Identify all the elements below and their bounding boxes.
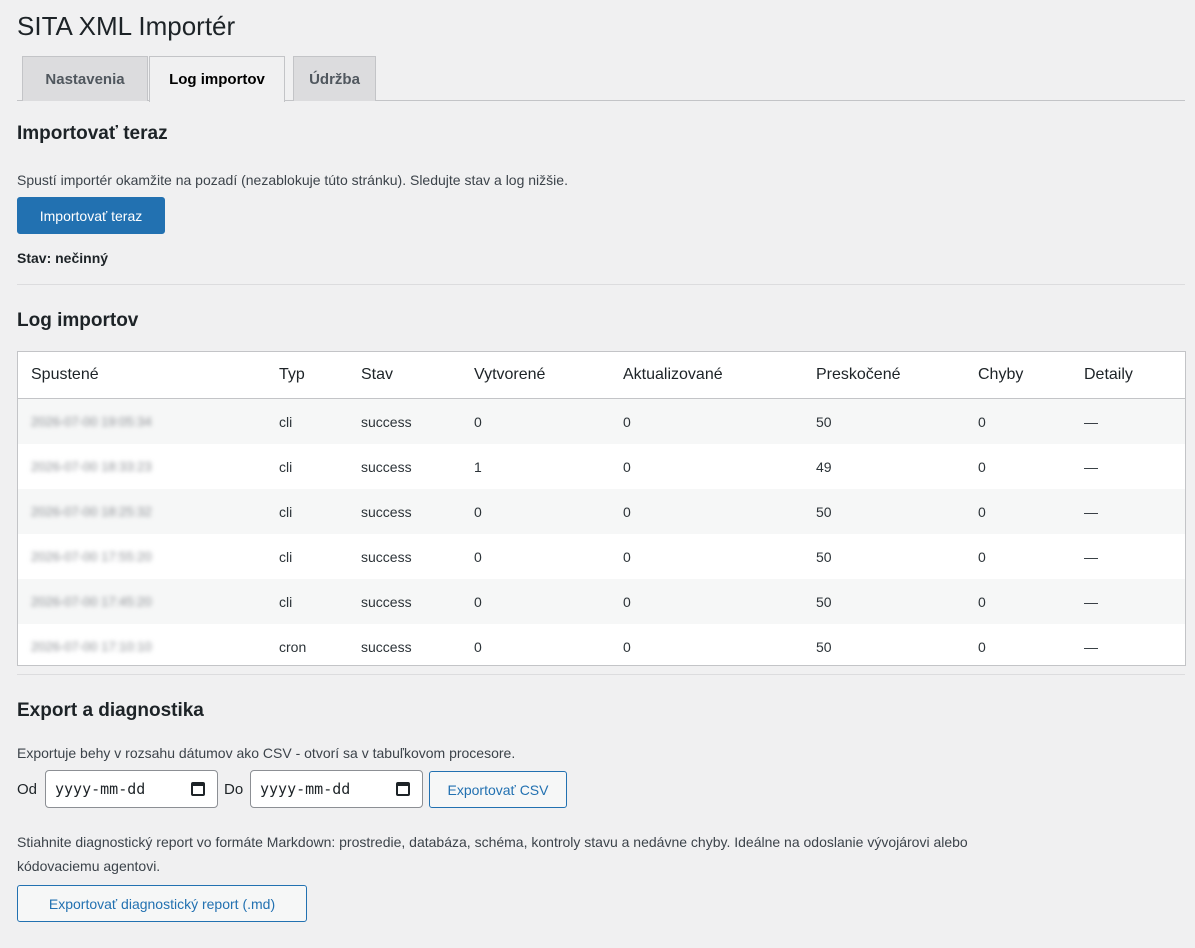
cell-updated: 0 — [623, 638, 631, 655]
cell-skipped: 50 — [816, 638, 832, 655]
cell-errors: 0 — [978, 458, 986, 475]
cell-started: 2026-07-00 17:45:20 — [31, 594, 152, 609]
cell-details: — — [1084, 458, 1098, 475]
cell-errors: 0 — [978, 413, 986, 430]
import-now-button[interactable]: Importovať teraz — [17, 197, 165, 234]
col-spustene: Spustené — [31, 366, 99, 383]
export-diagnostic-report-button[interactable]: Exportovať diagnostický report (.md) — [17, 885, 307, 922]
to-label: Do — [224, 781, 244, 798]
tab-log-importov[interactable]: Log importov — [149, 56, 285, 102]
cell-details: — — [1084, 638, 1098, 655]
cell-errors: 0 — [978, 593, 986, 610]
to-date-placeholder: yyyy-mm-dd — [260, 780, 351, 798]
tab-nastavenia[interactable]: Nastavenia — [22, 56, 148, 101]
divider — [17, 284, 1185, 285]
cell-skipped: 50 — [816, 593, 832, 610]
cell-skipped: 50 — [816, 503, 832, 520]
cell-details: — — [1084, 503, 1098, 520]
cell-details: — — [1084, 593, 1098, 610]
to-date-input[interactable]: yyyy-mm-dd — [250, 770, 423, 808]
csv-description: Exportuje behy v rozsahu dátumov ako CSV… — [17, 745, 516, 761]
cell-updated: 0 — [623, 458, 631, 475]
log-heading: Log importov — [17, 310, 139, 331]
col-preskocene: Preskočené — [816, 366, 901, 383]
table-row: 2026-07-00 17:45:20 cli success 0 0 50 0… — [18, 579, 1185, 624]
import-now-heading: Importovať teraz — [17, 123, 168, 144]
cell-started: 2026-07-00 18:33:23 — [31, 459, 152, 474]
cell-status: success — [361, 548, 412, 565]
table-row: 2026-07-00 17:10:10 cron success 0 0 50 … — [18, 624, 1185, 669]
cell-started: 2026-07-00 17:55:20 — [31, 549, 152, 564]
divider — [17, 674, 1185, 675]
from-label: Od — [17, 781, 38, 798]
table-header-row: Spustené Typ Stav Vytvorené Aktualizovan… — [18, 352, 1185, 399]
col-aktualizovane: Aktualizované — [623, 366, 723, 383]
cell-errors: 0 — [978, 548, 986, 565]
cell-started: 2026-07-00 17:10:10 — [31, 639, 152, 654]
cell-type: cli — [279, 458, 293, 475]
cell-status: success — [361, 413, 412, 430]
calendar-icon[interactable] — [191, 782, 205, 796]
col-chyby: Chyby — [978, 366, 1024, 383]
cell-type: cli — [279, 548, 293, 565]
cell-status: success — [361, 503, 412, 520]
cell-type: cli — [279, 593, 293, 610]
cell-skipped: 50 — [816, 548, 832, 565]
diag-description-line-2: kódovaciemu agentovi. — [17, 858, 161, 874]
cell-skipped: 49 — [816, 458, 832, 475]
cell-started: 2026-07-00 18:25:32 — [31, 504, 152, 519]
table-row: 2026-07-00 19:05:34 cli success 0 0 50 0… — [18, 399, 1185, 444]
cell-updated: 0 — [623, 548, 631, 565]
cell-type: cron — [279, 638, 307, 655]
diag-description-line-1: Stiahnite diagnostický report vo formáte… — [17, 834, 968, 850]
col-stav: Stav — [361, 366, 394, 383]
from-date-input[interactable]: yyyy-mm-dd — [45, 770, 218, 808]
tab-bar: Nastavenia Log importov Údržba — [17, 56, 1185, 102]
col-vytvorene: Vytvorené — [474, 366, 546, 383]
cell-status: success — [361, 458, 412, 475]
cell-created: 0 — [474, 548, 482, 565]
cell-created: 0 — [474, 593, 482, 610]
tab-udrzba[interactable]: Údržba — [293, 56, 376, 101]
cell-updated: 0 — [623, 503, 631, 520]
cell-errors: 0 — [978, 638, 986, 655]
export-csv-button[interactable]: Exportovať CSV — [429, 771, 567, 808]
cell-started: 2026-07-00 19:05:34 — [31, 414, 152, 429]
calendar-icon[interactable] — [396, 782, 410, 796]
table-row: 2026-07-00 18:33:23 cli success 1 0 49 0… — [18, 444, 1185, 489]
import-now-description: Spustí importér okamžite na pozadí (neza… — [17, 172, 568, 188]
cell-errors: 0 — [978, 503, 986, 520]
table-row: 2026-07-00 17:55:20 cli success 0 0 50 0… — [18, 534, 1185, 579]
cell-updated: 0 — [623, 413, 631, 430]
cell-created: 1 — [474, 458, 482, 475]
cell-updated: 0 — [623, 593, 631, 610]
cell-details: — — [1084, 548, 1098, 565]
page-title: SITA XML Importér — [17, 11, 236, 41]
col-typ: Typ — [279, 366, 305, 383]
table-row: 2026-07-00 18:25:32 cli success 0 0 50 0… — [18, 489, 1185, 534]
cell-created: 0 — [474, 503, 482, 520]
cell-status: success — [361, 638, 412, 655]
cell-skipped: 50 — [816, 413, 832, 430]
import-status: Stav: nečinný — [17, 250, 109, 266]
cell-type: cli — [279, 503, 293, 520]
cell-details: — — [1084, 413, 1098, 430]
log-table: Spustené Typ Stav Vytvorené Aktualizovan… — [17, 351, 1186, 666]
cell-status: success — [361, 593, 412, 610]
export-heading: Export a diagnostika — [17, 700, 204, 721]
col-detaily: Detaily — [1084, 366, 1133, 383]
cell-created: 0 — [474, 413, 482, 430]
cell-created: 0 — [474, 638, 482, 655]
from-date-placeholder: yyyy-mm-dd — [55, 780, 146, 798]
cell-type: cli — [279, 413, 293, 430]
